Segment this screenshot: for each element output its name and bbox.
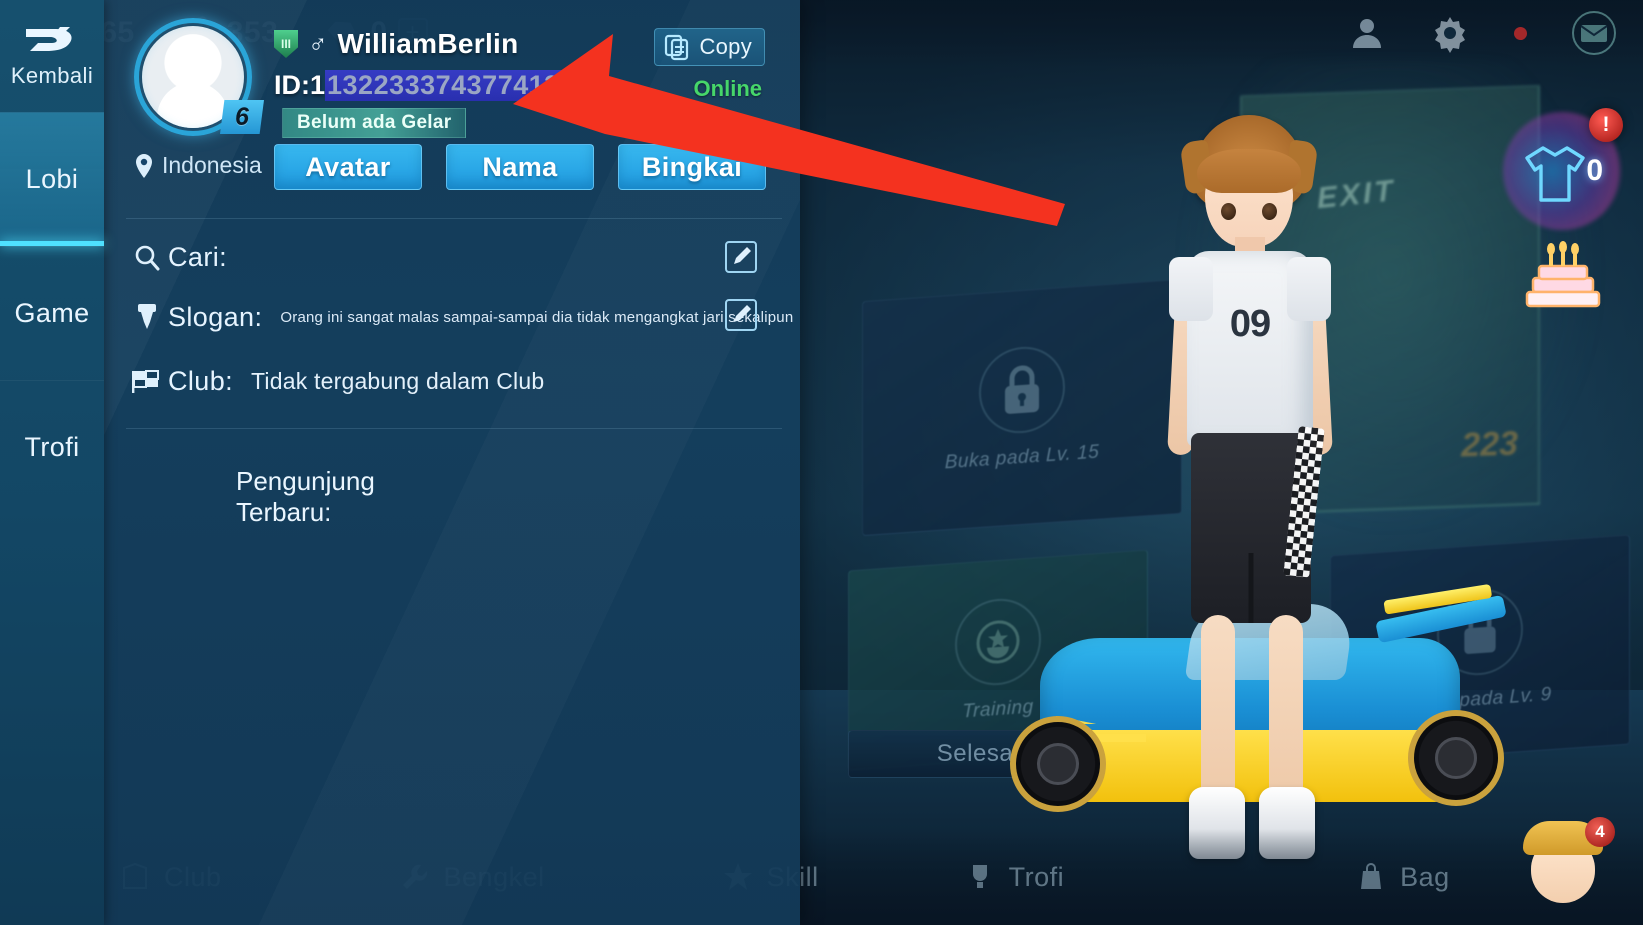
slogan-label: Slogan: — [168, 301, 263, 332]
level-badge: 6 — [220, 100, 264, 134]
kart-spoiler — [1375, 594, 1507, 644]
male-symbol-icon: ♂ — [308, 29, 328, 59]
profile-action-buttons: Avatar Nama Bingkai — [274, 144, 766, 190]
search-icon — [130, 240, 164, 274]
bottom-nav-bag[interactable]: Bag — [1354, 860, 1450, 894]
birthday-cake-button[interactable] — [1515, 232, 1611, 318]
player-id-row: ID:1 1322333743774133 — [274, 70, 578, 101]
title-badge: Belum ada Gelar — [282, 108, 467, 138]
bottom-nav-trofi-label: Trofi — [1008, 861, 1065, 892]
bag-icon — [1361, 863, 1382, 889]
npc-badge-count: 4 — [1585, 817, 1615, 847]
avatar[interactable]: 6 — [134, 18, 264, 136]
slogan-row: Slogan: Orang ini sangat malas sampai-sa… — [130, 300, 793, 334]
tshirt-shop-button[interactable]: 0 ! — [1503, 108, 1623, 230]
bingkai-button[interactable]: Bingkai — [618, 144, 766, 190]
character-shorts — [1191, 426, 1325, 623]
checker-flag-accessory — [1283, 426, 1325, 578]
friends-icon[interactable] — [1348, 14, 1386, 52]
kart-rear-wheel — [1408, 710, 1504, 806]
club-row: Club: Tidak tergabung dalam Club — [130, 364, 544, 398]
club-flag-icon — [130, 364, 164, 398]
game-logo-icon — [26, 27, 72, 51]
tshirt-alert-badge: ! — [1589, 108, 1623, 142]
divider — [126, 218, 782, 219]
location-label: Indonesia — [162, 152, 262, 178]
slogan-value: Orang ini sangat malas sampai-sampai dia… — [280, 308, 794, 326]
sidebar-item-trofi-label: Trofi — [24, 432, 80, 462]
left-navigation-rail: Kembali Lobi Game Trofi — [0, 0, 104, 925]
character-leg-right — [1269, 615, 1303, 805]
notification-dot-icon[interactable] — [1514, 26, 1527, 40]
club-value: Tidak tergabung dalam Club — [251, 367, 545, 394]
edit-slogan-button[interactable] — [724, 298, 758, 337]
sidebar-item-game-label: Game — [14, 298, 90, 328]
player-character: 09 — [1135, 115, 1365, 859]
character-fringe — [1197, 149, 1301, 193]
location-row: Indonesia — [134, 152, 262, 179]
player-id-label: ID:1 — [274, 70, 326, 100]
profile-panel: 6 Indonesia III ♂ WilliamBerlin ID:1 132… — [104, 0, 800, 925]
location-pin-icon — [136, 153, 152, 178]
cake-icon — [1525, 241, 1601, 308]
trophy-icon — [972, 865, 987, 888]
sidebar-item-game[interactable]: Game — [0, 246, 104, 380]
status-badge: Online — [693, 76, 762, 101]
tshirt-icon — [1525, 146, 1585, 202]
clan-tag-icon: III — [274, 30, 298, 58]
character-sleeve-left — [1169, 257, 1213, 321]
bottom-nav-trofi[interactable]: Trofi — [963, 860, 1065, 894]
copy-document-icon — [665, 34, 689, 61]
player-name-row: III ♂ WilliamBerlin — [274, 28, 519, 60]
kart-front-wheel — [1010, 716, 1106, 812]
character-leg-left — [1201, 615, 1235, 805]
copy-button-label: Copy — [699, 34, 752, 59]
profile-header: 6 Indonesia III ♂ WilliamBerlin ID:1 132… — [104, 0, 800, 204]
nama-button[interactable]: Nama — [446, 144, 594, 190]
divider — [126, 428, 782, 429]
club-label: Club: — [168, 365, 234, 396]
player-id-censored: 1322333743774133 — [325, 70, 578, 101]
sidebar-item-lobi[interactable]: Lobi — [0, 112, 104, 246]
cari-label: Cari: — [168, 241, 228, 272]
locked-card-label: Buka pada Lv. 15 — [944, 441, 1100, 473]
character-eye-left — [1221, 203, 1236, 220]
settings-gear-icon[interactable] — [1430, 13, 1470, 53]
player-name: WilliamBerlin — [337, 28, 519, 59]
mail-icon[interactable] — [1571, 10, 1617, 56]
slogan-pen-icon — [130, 300, 164, 334]
copy-button[interactable]: Copy — [654, 28, 765, 66]
edit-cari-button[interactable] — [724, 240, 758, 279]
game-lobby-screen: EXIT 223 Buka pada Lv. 15 Training Buka … — [0, 0, 1643, 925]
back-button-label: Kembali — [10, 63, 94, 88]
avatar-button[interactable]: Avatar — [274, 144, 422, 190]
sidebar-item-trofi[interactable]: Trofi — [0, 380, 104, 514]
character-eye-right — [1262, 203, 1277, 220]
cari-row: Cari: — [130, 240, 245, 274]
shirt-number: 09 — [1229, 303, 1271, 345]
tshirt-count: 0 — [1586, 154, 1603, 187]
back-button[interactable]: Kembali — [0, 0, 104, 112]
npc-avatar-button[interactable]: 4 — [1521, 817, 1615, 909]
lock-icon — [979, 343, 1065, 436]
poster-number-text: 223 — [1461, 424, 1518, 465]
locked-card-lv15[interactable]: Buka pada Lv. 15 — [862, 278, 1182, 537]
top-hud-actions — [1348, 10, 1617, 56]
sidebar-item-lobi-label: Lobi — [25, 164, 79, 194]
character-sleeve-right — [1287, 257, 1331, 321]
recent-visitors-label: Pengunjung Terbaru: — [236, 466, 375, 527]
bottom-nav-bag-label: Bag — [1400, 861, 1450, 892]
